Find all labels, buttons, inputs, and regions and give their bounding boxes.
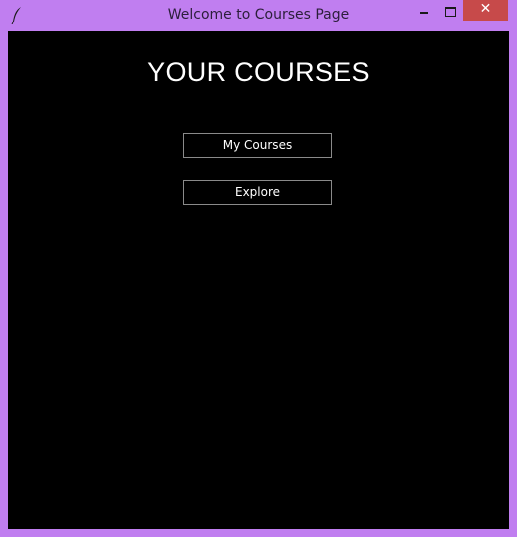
main-content: YOUR COURSES My Courses Explore — [8, 31, 509, 529]
close-button[interactable]: ✕ — [463, 0, 508, 21]
app-window: Welcome to Courses Page ✕ YOUR COURSES M… — [0, 0, 517, 537]
maximize-icon — [445, 7, 456, 17]
explore-button[interactable]: Explore — [183, 180, 332, 205]
minimize-icon — [420, 12, 428, 14]
page-heading: YOUR COURSES — [147, 57, 370, 87]
title-bar[interactable]: Welcome to Courses Page ✕ — [0, 0, 517, 31]
close-icon: ✕ — [479, 1, 492, 17]
my-courses-button[interactable]: My Courses — [183, 133, 332, 158]
maximize-button[interactable] — [437, 0, 463, 22]
minimize-button[interactable] — [411, 0, 437, 22]
